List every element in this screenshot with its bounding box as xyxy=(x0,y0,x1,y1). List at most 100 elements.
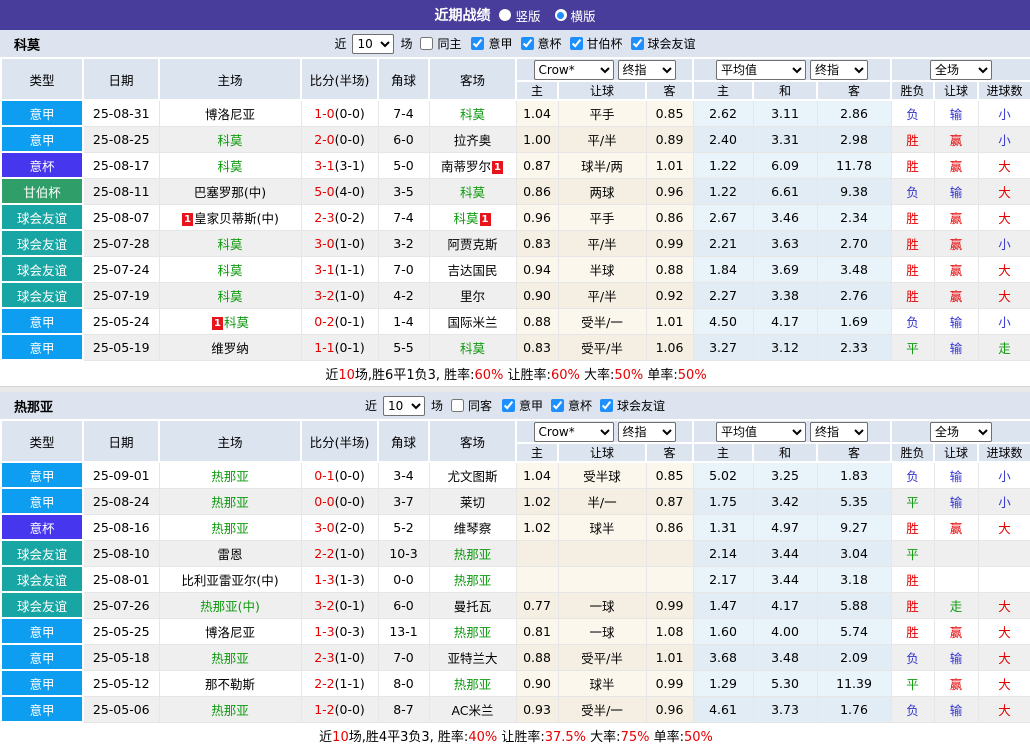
home-team-name[interactable]: 热那亚 xyxy=(211,521,249,536)
away-team-name[interactable]: 热那亚 xyxy=(454,625,492,640)
summary-segment: 10 xyxy=(332,730,349,745)
home-team-name[interactable]: 科莫 xyxy=(224,315,249,330)
home-team-name[interactable]: 皇家贝蒂斯(中) xyxy=(194,211,279,226)
away-team-name[interactable]: 维琴察 xyxy=(454,521,492,536)
home-team-name[interactable]: 科莫 xyxy=(217,237,242,252)
same-side-checkbox[interactable] xyxy=(420,37,434,50)
table-row: 意甲 25-05-24 1 科莫 0-2(0-1) 1-4 国际米兰 0.88 受半/一 1.01… xyxy=(0,307,1030,335)
result-goals: 大 xyxy=(977,177,1030,205)
avg-away-odds: 3.48 xyxy=(816,255,892,283)
home-team-name[interactable]: 科莫 xyxy=(217,159,242,174)
score-fulltime: 3-0 xyxy=(314,519,335,535)
final-odds-select-2[interactable]: 终指 xyxy=(810,60,869,79)
result-handicap: 输 xyxy=(933,643,979,671)
radio-horizontal-icon[interactable] xyxy=(554,9,567,21)
average-select[interactable]: 平均值 xyxy=(716,422,807,441)
score-cell: 3-1(1-1) xyxy=(300,255,379,283)
result-handicap: 赢 xyxy=(933,617,979,645)
final-odds-select-1[interactable]: 终指 xyxy=(617,422,676,441)
table-row: 意甲 25-08-25 科莫 2-0(0-0) 6-0 拉齐奥 1.00 平/半 0.89 2.4… xyxy=(0,125,1030,153)
crow-home-odds: 0.88 xyxy=(515,307,559,335)
team-name: 热那亚 xyxy=(14,400,54,415)
table-row: 意甲 25-08-24 热那亚 0-0(0-0) 3-7 莱切 1.02 半/一 0.87 1.7… xyxy=(0,487,1030,515)
full-match-select[interactable]: 全场 xyxy=(930,422,993,441)
home-team-name[interactable]: 科莫 xyxy=(217,263,242,278)
home-team-cell: 热那亚 xyxy=(158,695,302,723)
radio-horizontal-layout[interactable]: 横版 xyxy=(554,6,596,25)
away-team-name[interactable]: 热那亚 xyxy=(454,677,492,692)
matches-count-select[interactable]: 10 xyxy=(382,395,425,416)
away-team-name[interactable]: 南蒂罗尔 xyxy=(441,159,491,174)
away-team-name[interactable]: 热那亚 xyxy=(454,573,492,588)
home-team-name[interactable]: 那不勒斯 xyxy=(205,677,255,692)
home-team-name[interactable]: 雷恩 xyxy=(217,547,242,562)
type-cell: 球会友谊 xyxy=(0,565,84,593)
league-checkbox-1[interactable] xyxy=(520,37,534,50)
result-goals: 大 xyxy=(977,617,1030,645)
league-checkbox-3[interactable] xyxy=(630,37,644,50)
league-checkbox-0[interactable] xyxy=(502,399,515,412)
home-team-name[interactable]: 热那亚 xyxy=(211,495,249,510)
table-foot: 近10场,胜6平1负3, 胜率:60% 让胜率:60% 大率:50% 单率:50… xyxy=(1,359,1030,386)
crow-home-odds: 0.96 xyxy=(515,203,559,231)
home-team-name[interactable]: 热那亚 xyxy=(211,469,249,484)
home-team-name[interactable]: 科莫 xyxy=(217,289,242,304)
away-team-name[interactable]: 拉齐奥 xyxy=(454,133,492,148)
matches-count-select[interactable]: 10 xyxy=(352,33,395,54)
away-team-name[interactable]: 吉达国民 xyxy=(447,263,497,278)
home-team-name[interactable]: 博洛尼亚 xyxy=(205,107,255,122)
away-team-name[interactable]: 曼托瓦 xyxy=(454,599,492,614)
radio-vertical-layout[interactable]: 竖版 xyxy=(499,6,541,25)
average-select[interactable]: 平均值 xyxy=(716,60,807,79)
corner-cell: 6-0 xyxy=(377,591,430,619)
result-handicap: 输 xyxy=(933,177,979,205)
final-odds-select-1[interactable]: 终指 xyxy=(617,60,676,79)
avg-away-odds: 5.35 xyxy=(816,487,892,515)
crow-select[interactable]: Crow* xyxy=(533,422,614,441)
home-team-name[interactable]: 热那亚 xyxy=(211,703,249,718)
away-team-name[interactable]: 科莫 xyxy=(460,107,485,122)
group-average-header: 平均值 终指 xyxy=(692,419,893,444)
away-team-name[interactable]: 国际米兰 xyxy=(447,315,497,330)
away-team-name[interactable]: 莱切 xyxy=(460,495,485,510)
crow-away-odds: 0.92 xyxy=(645,281,694,309)
score-fulltime: 5-0 xyxy=(314,183,335,199)
away-team-name[interactable]: 阿贾克斯 xyxy=(447,237,497,252)
away-team-name[interactable]: 热那亚 xyxy=(454,547,492,562)
away-team-name[interactable]: 科莫 xyxy=(460,341,485,356)
crow-select[interactable]: Crow* xyxy=(533,60,614,79)
result-goals: 大 xyxy=(977,203,1030,231)
home-team-name[interactable]: 热那亚(中) xyxy=(200,599,260,614)
away-team-cell: 维琴察 xyxy=(428,513,517,541)
league-checkbox-1[interactable] xyxy=(551,399,565,412)
away-team-name[interactable]: 里尔 xyxy=(460,289,485,304)
home-team-name[interactable]: 科莫 xyxy=(217,133,242,148)
away-team-name[interactable]: 科莫 xyxy=(453,211,478,226)
full-match-select[interactable]: 全场 xyxy=(930,60,993,79)
result-wdl: 负 xyxy=(890,695,935,723)
home-team-name[interactable]: 巴塞罗那(中) xyxy=(194,185,266,200)
away-team-name[interactable]: 科莫 xyxy=(460,185,485,200)
crow-handicap: 受半/一 xyxy=(557,695,647,723)
final-odds-select-2[interactable]: 终指 xyxy=(810,422,869,441)
home-team-cell: 巴塞罗那(中) xyxy=(158,177,302,205)
home-team-name[interactable]: 博洛尼亚 xyxy=(205,625,255,640)
group-fullmatch-header: 全场 xyxy=(890,57,1030,82)
radio-vertical-icon[interactable] xyxy=(499,9,512,21)
home-team-name[interactable]: 热那亚 xyxy=(211,651,249,666)
league-checkbox-0[interactable] xyxy=(471,37,485,50)
home-team-name[interactable]: 维罗纳 xyxy=(211,341,249,356)
date-cell: 25-05-06 xyxy=(82,695,160,723)
away-team-name[interactable]: 亚特兰大 xyxy=(447,651,497,666)
home-team-cell: 热那亚(中) xyxy=(158,591,302,619)
home-team-name[interactable]: 比利亚雷亚尔(中) xyxy=(181,573,278,588)
league-checkbox-2[interactable] xyxy=(600,399,614,412)
summary-segment: 近 xyxy=(319,730,333,745)
away-team-name[interactable]: AC米兰 xyxy=(451,703,493,718)
league-checkbox-2[interactable] xyxy=(569,37,583,50)
result-wdl: 负 xyxy=(890,99,935,127)
same-side-checkbox[interactable] xyxy=(450,399,464,412)
away-team-name[interactable]: 尤文图斯 xyxy=(447,469,497,484)
result-handicap: 输 xyxy=(933,461,979,489)
score-fulltime: 3-1 xyxy=(314,157,335,173)
